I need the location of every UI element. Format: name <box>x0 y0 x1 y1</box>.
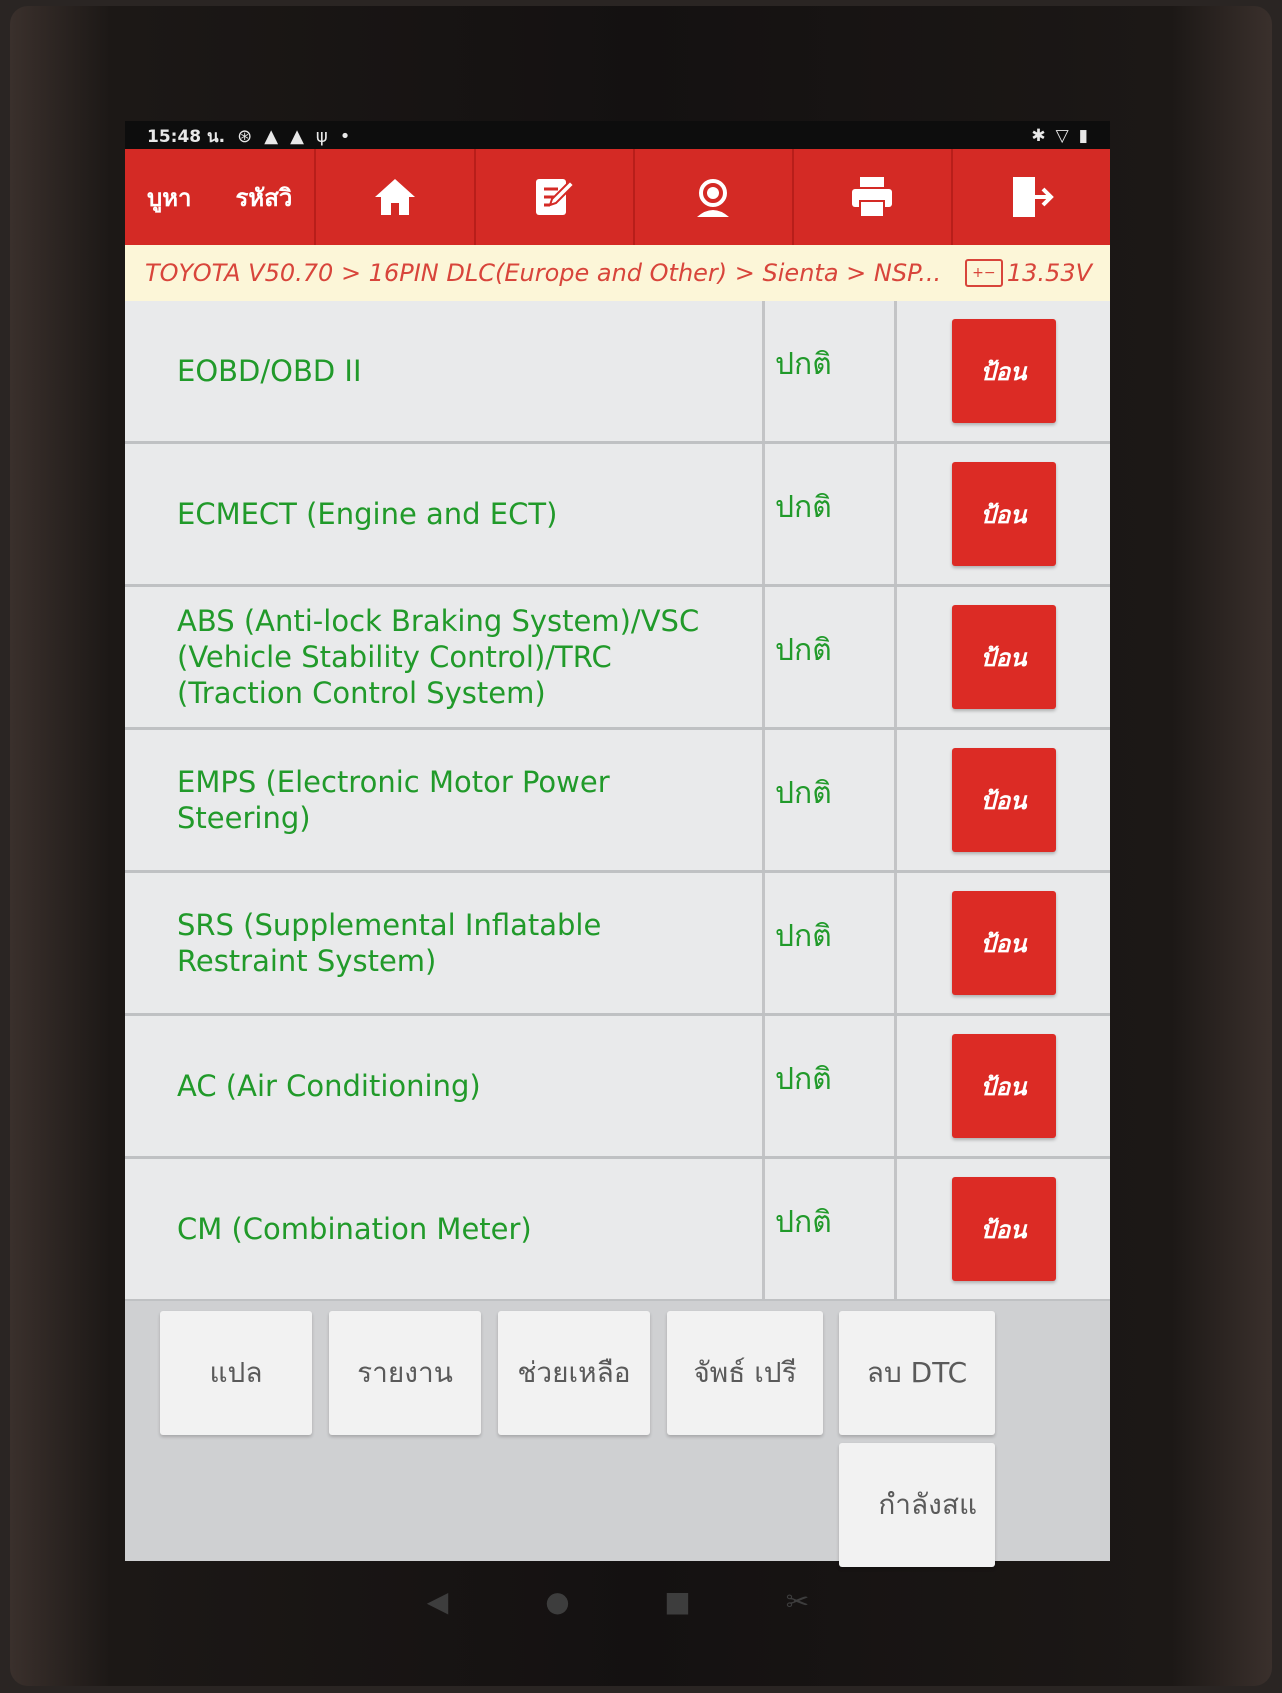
home-button[interactable] <box>314 149 473 245</box>
code-label[interactable]: รหัสวิ <box>214 149 315 245</box>
system-status: ปกติ <box>765 301 897 441</box>
exit-icon <box>1013 177 1055 217</box>
system-status: ปกติ <box>765 730 897 870</box>
system-name: CM (Combination Meter) <box>125 1159 765 1299</box>
system-name: EOBD/OBD II <box>125 301 765 441</box>
breadcrumb: TOYOTA V50.70 > 16PIN DLC(Europe and Oth… <box>125 245 1110 301</box>
list-item: CM (Combination Meter) ปกติ ป้อน <box>125 1159 1110 1302</box>
recents-icon[interactable]: ■ <box>663 1585 693 1618</box>
screen: 15:48 น. ⊛ ▲ ▲ ψ • ✱ ▽ ▮ บูหา รหัสวิ TOY… <box>125 121 1110 1567</box>
support-icon <box>697 179 730 217</box>
support-button[interactable] <box>632 149 792 245</box>
system-list: EOBD/OBD II ปกติ ป้อน ECMECT (Engine and… <box>125 301 1110 1302</box>
in-progress-button[interactable]: กำลังสแ <box>839 1443 995 1567</box>
enter-button[interactable]: ป้อน <box>951 891 1056 995</box>
voltage-value: 13.53V <box>1006 259 1092 287</box>
battery-icon: ▮ <box>1078 126 1088 146</box>
dot-icon: • <box>339 125 351 147</box>
bluetooth-icon: ✱ <box>1031 126 1046 146</box>
system-status: ปกติ <box>765 1016 897 1156</box>
translate-button[interactable]: แปล <box>160 1311 312 1435</box>
edit-icon <box>536 179 576 215</box>
top-toolbar: บูหา รหัสวิ <box>125 149 1110 245</box>
enter-button[interactable]: ป้อน <box>951 319 1056 423</box>
system-name: EMPS (Electronic Motor Power Steering) <box>125 730 765 870</box>
tablet-device: 15:48 น. ⊛ ▲ ▲ ψ • ✱ ▽ ▮ บูหา รหัสวิ TOY… <box>10 6 1272 1686</box>
edit-button[interactable] <box>473 149 633 245</box>
list-item: EOBD/OBD II ปกติ ป้อน <box>125 301 1110 444</box>
print-button[interactable] <box>791 149 951 245</box>
help-button[interactable]: ช่วยเหลือ <box>498 1311 650 1435</box>
wifi-icon: ▽ <box>1055 126 1069 146</box>
system-name: AC (Air Conditioning) <box>125 1016 765 1156</box>
android-nav-bar: ◀ ● ■ ✂ <box>125 1566 1110 1636</box>
system-name: ECMECT (Engine and ECT) <box>125 444 765 584</box>
print-result-button[interactable]: จัพธ์ เปรี <box>667 1311 823 1435</box>
list-item: AC (Air Conditioning) ปกติ ป้อน <box>125 1016 1110 1159</box>
enter-button[interactable]: ป้อน <box>951 605 1056 709</box>
enter-button[interactable]: ป้อน <box>951 748 1056 852</box>
system-status: ปกติ <box>765 444 897 584</box>
back-icon[interactable]: ◀ <box>423 1585 453 1618</box>
car-battery-icon: +− <box>964 259 1003 287</box>
home-circle-icon[interactable]: ● <box>543 1585 573 1618</box>
status-time: 15:48 น. <box>147 126 226 147</box>
warning-icon: ▲ <box>264 125 279 147</box>
report-button[interactable]: รายงาน <box>329 1311 481 1435</box>
usb-icon: ψ <box>315 125 328 147</box>
list-item: ECMECT (Engine and ECT) ปกติ ป้อน <box>125 444 1110 587</box>
home-icon <box>374 179 415 215</box>
settings-icon: ⊛ <box>237 125 253 147</box>
exit-button[interactable] <box>950 149 1110 245</box>
screenshot-icon[interactable]: ✂ <box>783 1585 813 1618</box>
breadcrumb-path[interactable]: TOYOTA V50.70 > 16PIN DLC(Europe and Oth… <box>145 259 941 287</box>
enter-button[interactable]: ป้อน <box>951 1034 1056 1138</box>
clear-dtc-button[interactable]: ลบ DTC <box>839 1311 995 1435</box>
search-label[interactable]: บูหา <box>125 149 214 245</box>
system-name: SRS (Supplemental Inflatable Restraint S… <box>125 873 765 1013</box>
voltage-indicator: +− 13.53V <box>964 259 1092 287</box>
status-bar: 15:48 น. ⊛ ▲ ▲ ψ • ✱ ▽ ▮ <box>125 121 1110 151</box>
list-item: SRS (Supplemental Inflatable Restraint S… <box>125 873 1110 1016</box>
enter-button[interactable]: ป้อน <box>951 462 1056 566</box>
system-name: ABS (Anti-lock Braking System)/VSC (Vehi… <box>125 587 765 727</box>
bottom-action-bar: แปล รายงาน ช่วยเหลือ จัพธ์ เปรี ลบ DTC ก… <box>125 1301 1110 1567</box>
system-status: ปกติ <box>765 1159 897 1299</box>
system-status: ปกติ <box>765 873 897 1013</box>
list-item: ABS (Anti-lock Braking System)/VSC (Vehi… <box>125 587 1110 730</box>
list-item: EMPS (Electronic Motor Power Steering) ป… <box>125 730 1110 873</box>
warning-icon: ▲ <box>290 125 304 147</box>
system-status: ปกติ <box>765 587 897 727</box>
print-icon <box>852 177 893 218</box>
enter-button[interactable]: ป้อน <box>951 1177 1056 1281</box>
